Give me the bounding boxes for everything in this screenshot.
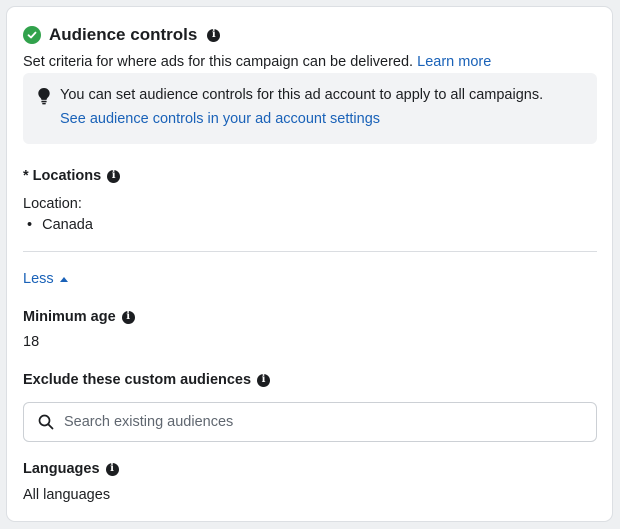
check-circle-icon (23, 26, 41, 44)
audience-controls-card: Audience controls i Set criteria for whe… (6, 6, 613, 522)
lightbulb-icon (37, 87, 51, 105)
ad-account-settings-link[interactable]: See audience controls in your ad account… (60, 111, 380, 127)
learn-more-link[interactable]: Learn more (417, 54, 491, 70)
location-list-item: • Canada (27, 217, 93, 233)
minimum-age-label-text: Minimum age (23, 309, 116, 325)
list-bullet: • (27, 217, 33, 233)
card-title: Audience controls (49, 25, 198, 44)
card-description: Set criteria for where ads for this camp… (23, 54, 491, 70)
exclude-audiences-label: Exclude these custom audiences i (23, 372, 271, 388)
exclude-audiences-label-text: Exclude these custom audiences (23, 372, 252, 388)
card-header: Audience controls i (23, 23, 221, 47)
description-text: Set criteria for where ads for this camp… (23, 54, 414, 70)
languages-value: All languages (23, 487, 111, 503)
minimum-age-value: 18 (23, 334, 40, 350)
less-toggle-label: Less (23, 271, 54, 287)
search-input[interactable] (64, 414, 584, 430)
location-sub-label: Location: (23, 196, 82, 212)
info-icon[interactable]: i (121, 310, 135, 324)
section-divider (23, 251, 597, 252)
languages-label-text: Languages (23, 461, 100, 477)
search-icon (38, 414, 54, 430)
languages-label: Languages i (23, 461, 119, 477)
locations-label: * Locations i (23, 168, 121, 184)
tip-banner: You can set audience controls for this a… (23, 73, 597, 144)
info-icon[interactable]: i (257, 373, 271, 387)
audience-search-box[interactable] (23, 402, 597, 442)
info-icon[interactable]: i (105, 462, 119, 476)
info-icon[interactable]: i (207, 28, 221, 42)
info-icon[interactable]: i (107, 169, 121, 183)
location-value: Canada (42, 217, 93, 233)
caret-up-icon (59, 276, 68, 282)
tip-text: You can set audience controls for this a… (60, 87, 544, 103)
less-toggle[interactable]: Less (23, 271, 68, 287)
minimum-age-label: Minimum age i (23, 309, 135, 325)
locations-label-text: * Locations (23, 168, 102, 184)
